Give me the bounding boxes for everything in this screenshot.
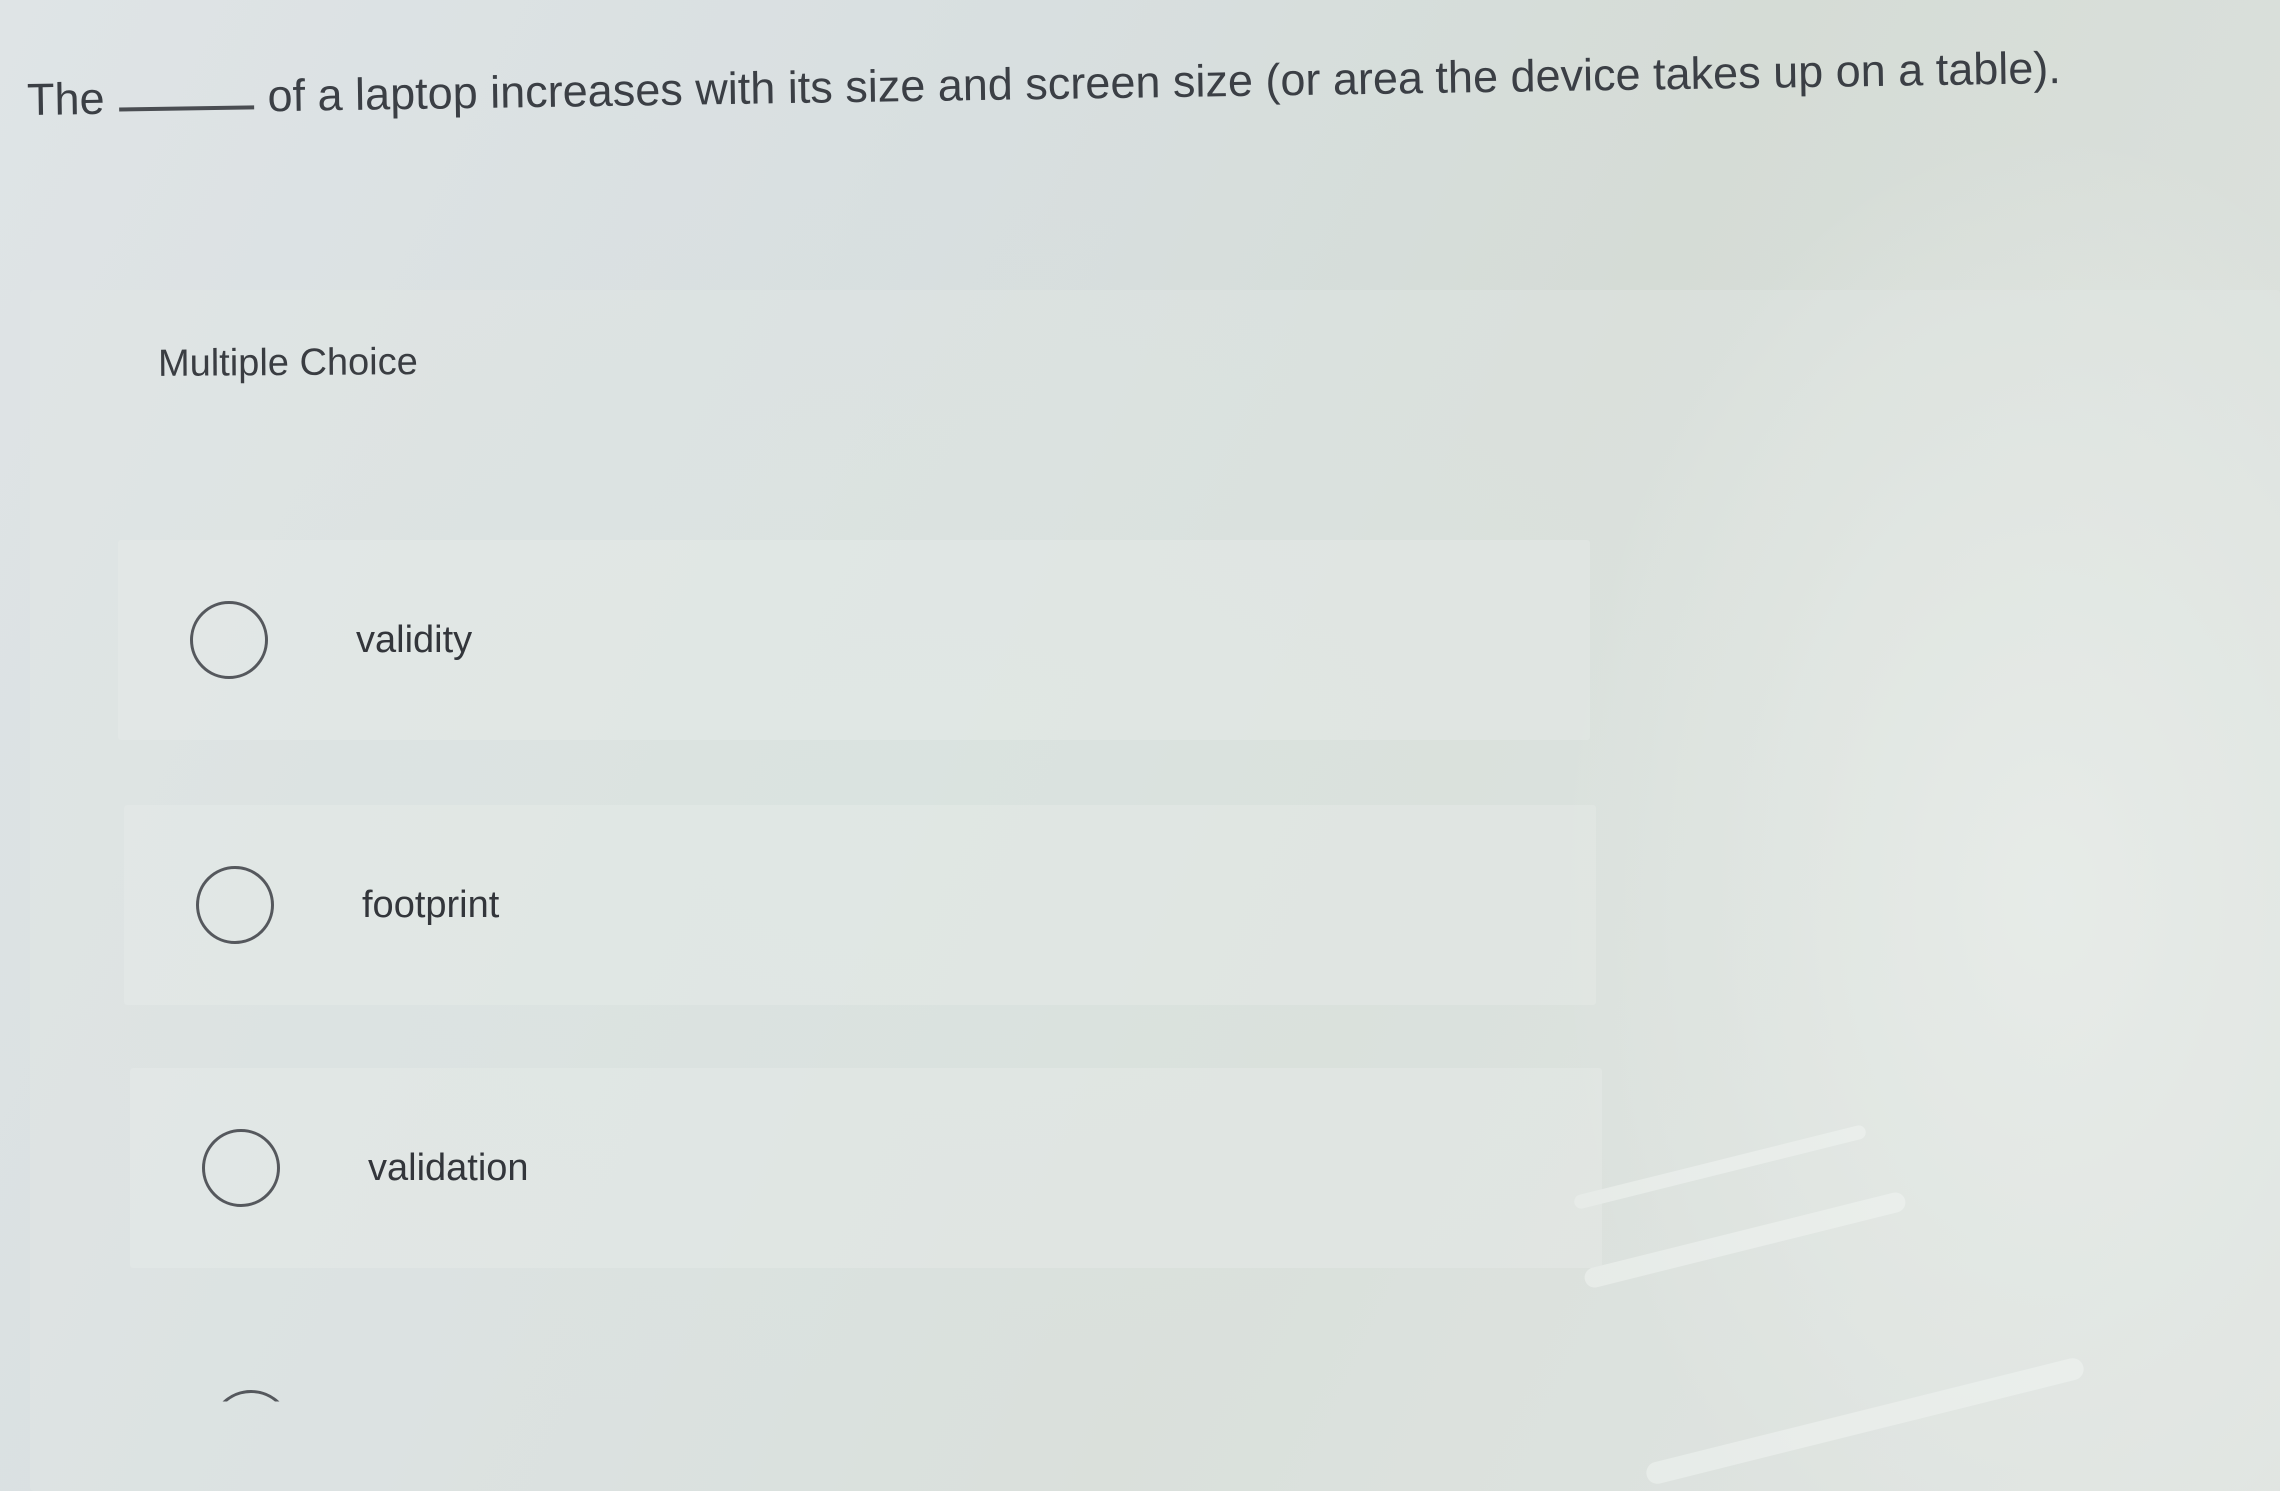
option-label: footprint <box>362 883 500 926</box>
option-validity[interactable]: validity <box>118 540 1590 740</box>
option-footprint[interactable]: footprint <box>124 805 1596 1005</box>
option-label: validity <box>356 618 473 661</box>
question-text: The of a laptop increases with its size a… <box>27 35 2228 130</box>
radio-button-icon[interactable] <box>190 601 268 679</box>
option-validation[interactable]: validation <box>130 1068 1602 1268</box>
multiple-choice-heading: Multiple Choice <box>157 341 418 385</box>
question-prefix: The <box>26 72 105 125</box>
radio-button-icon[interactable] <box>196 866 274 944</box>
option-label: validation <box>368 1146 529 1189</box>
question-suffix: of a laptop increases with its size and … <box>267 42 2062 122</box>
radio-button-icon[interactable] <box>202 1129 280 1207</box>
answer-blank <box>118 105 254 112</box>
